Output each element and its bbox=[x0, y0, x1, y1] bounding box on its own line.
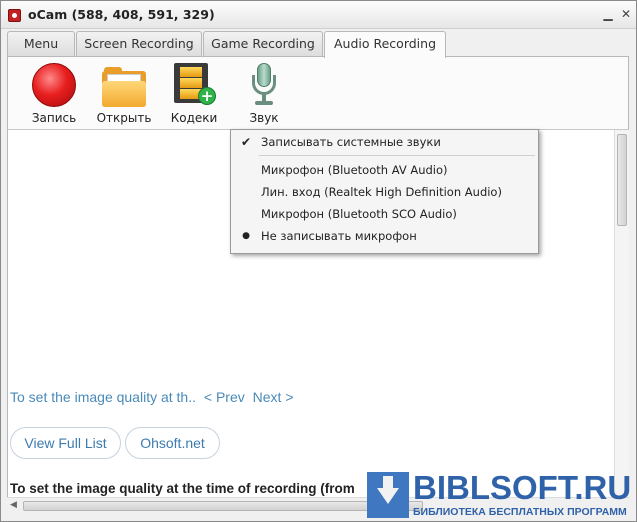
sound-button[interactable]: Звук bbox=[234, 63, 294, 129]
ohsoft-net-button[interactable]: Ohsoft.net bbox=[125, 427, 220, 459]
menu-item-mic-bluetooth-sco[interactable]: Микрофон (Bluetooth SCO Audio) bbox=[231, 203, 538, 225]
menu-item-no-microphone[interactable]: ● Не записывать микрофон bbox=[231, 225, 538, 247]
horizontal-scroll-thumb[interactable] bbox=[23, 501, 423, 511]
article-link[interactable]: To set the image quality at th.. bbox=[10, 389, 196, 405]
tab-menu[interactable]: Menu bbox=[7, 31, 75, 57]
record-label: Запись bbox=[31, 111, 77, 125]
menu-separator bbox=[259, 155, 535, 156]
open-label: Открыть bbox=[96, 111, 152, 125]
prev-link[interactable]: < Prev bbox=[204, 389, 245, 405]
record-button[interactable]: Запись bbox=[24, 63, 84, 129]
ocam-window: oCam (588, 408, 591, 329) ▁ ✕ Menu Scree… bbox=[0, 0, 637, 522]
ocam-app-icon bbox=[8, 9, 21, 22]
view-full-list-button[interactable]: View Full List bbox=[10, 427, 121, 459]
window-title: oCam (588, 408, 591, 329) bbox=[28, 7, 215, 22]
microphone-icon bbox=[249, 63, 279, 107]
open-button[interactable]: Открыть bbox=[94, 63, 154, 129]
vertical-scroll-thumb[interactable] bbox=[617, 134, 627, 226]
tab-audio-recording[interactable]: Audio Recording bbox=[324, 31, 446, 58]
radio-dot-icon: ● bbox=[242, 231, 250, 241]
download-arrow-icon bbox=[367, 472, 409, 518]
codecs-button[interactable]: + Кодеки bbox=[164, 63, 224, 129]
sound-dropdown-menu: ✔ Записывать системные звуки Микрофон (B… bbox=[230, 129, 539, 254]
menu-item-record-system-sounds[interactable]: ✔ Записывать системные звуки bbox=[231, 131, 538, 153]
toolbar: Запись Открыть + Кодеки Звук bbox=[7, 56, 629, 130]
article-heading: To set the image quality at the time of … bbox=[10, 481, 355, 496]
checkmark-icon: ✔ bbox=[240, 135, 252, 149]
vertical-scrollbar[interactable] bbox=[614, 130, 629, 497]
next-link[interactable]: Next > bbox=[253, 389, 294, 405]
tab-game-recording[interactable]: Game Recording bbox=[203, 31, 323, 57]
tab-screen-recording[interactable]: Screen Recording bbox=[76, 31, 202, 57]
watermark-title: BIBLSOFT.RU bbox=[413, 469, 632, 506]
sound-label: Звук bbox=[249, 111, 279, 125]
record-icon bbox=[32, 63, 76, 107]
film-codec-icon: + bbox=[174, 63, 216, 105]
scroll-left-icon[interactable]: ◀ bbox=[10, 500, 17, 510]
minimize-icon[interactable]: ▁ bbox=[600, 6, 616, 22]
close-icon[interactable]: ✕ bbox=[618, 6, 634, 22]
menu-item-mic-bluetooth-av[interactable]: Микрофон (Bluetooth AV Audio) bbox=[231, 159, 538, 181]
menu-item-line-in-realtek[interactable]: Лин. вход (Realtek High Definition Audio… bbox=[231, 181, 538, 203]
watermark-subtitle: БИБЛИОТЕКА БЕСПЛАТНЫХ ПРОГРАММ bbox=[413, 506, 627, 518]
folder-icon bbox=[102, 67, 146, 107]
codecs-label: Кодеки bbox=[170, 111, 218, 125]
article-link-row: To set the image quality at th.. < Prev … bbox=[10, 389, 298, 405]
bibsoft-watermark: BIBLSOFT.RU БИБЛИОТЕКА БЕСПЛАТНЫХ ПРОГРА… bbox=[367, 470, 637, 522]
title-bar[interactable]: oCam (588, 408, 591, 329) ▁ ✕ bbox=[1, 1, 636, 29]
